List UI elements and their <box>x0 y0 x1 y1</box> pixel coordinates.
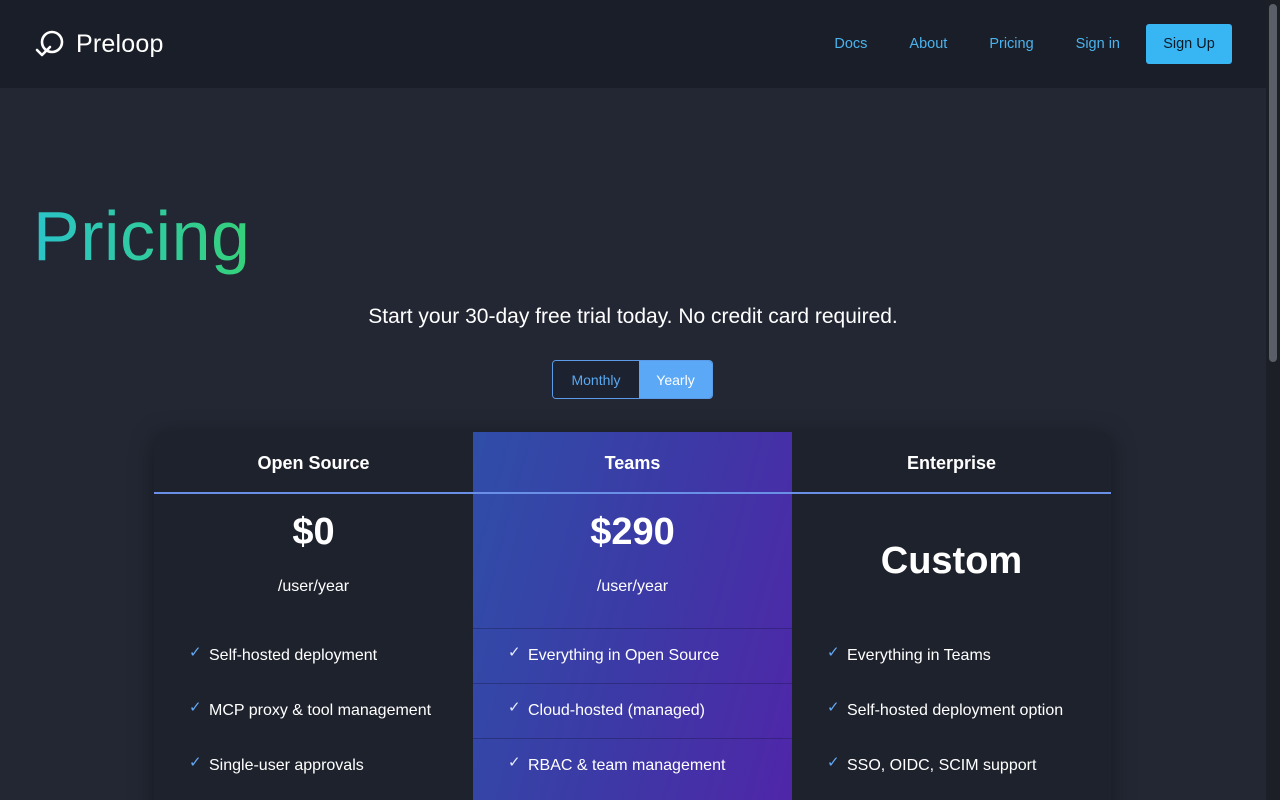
scrollbar[interactable] <box>1266 0 1280 800</box>
loop-check-icon <box>35 30 64 57</box>
checkmark-icon: ✓ <box>827 644 840 661</box>
plan-price-block: Custom <box>792 493 1111 628</box>
feature-label: Single-user approvals <box>209 757 364 774</box>
plan-price: $290 <box>590 511 675 553</box>
checkmark-icon: ✓ <box>508 754 521 771</box>
nav-link-pricing[interactable]: Pricing <box>989 36 1033 52</box>
plan-price-block: $290 /user/year <box>473 493 792 628</box>
feature-item: ✓ Cloud-hosted (managed) <box>473 683 792 738</box>
billing-yearly-button[interactable]: Yearly <box>639 361 712 398</box>
feature-label: Everything in Open Source <box>528 647 720 664</box>
nav-link-docs[interactable]: Docs <box>834 36 867 52</box>
checkmark-icon: ✓ <box>189 754 202 771</box>
plan-teams: Teams $290 /user/year ✓ Everything in Ope… <box>473 432 792 800</box>
billing-toggle: Monthly Yearly <box>552 360 713 399</box>
feature-label: RBAC & team management <box>528 757 726 774</box>
main-nav: Docs About Pricing Sign in Sign Up <box>792 24 1232 64</box>
feature-label: Self-hosted deployment <box>209 647 378 664</box>
checkmark-icon: ✓ <box>189 699 202 716</box>
brand-name: Preloop <box>76 29 164 58</box>
plan-name: Open Source <box>257 453 370 473</box>
feature-item: ✓ RBAC & team management <box>473 738 792 793</box>
brand[interactable]: Preloop <box>34 28 164 60</box>
checkmark-icon: ✓ <box>508 644 521 661</box>
feature-label: Everything in Teams <box>847 647 991 664</box>
feature-label: Cloud-hosted (managed) <box>528 702 705 719</box>
header-divider <box>154 492 1111 494</box>
feature-item: ✓ Self-hosted deployment <box>154 628 473 683</box>
plan-features: ✓ Everything in Teams ✓ Self-hosted deploy… <box>792 628 1111 793</box>
checkmark-icon: ✓ <box>189 644 202 661</box>
feature-item: ✓ MCP proxy & tool management <box>154 683 473 738</box>
feature-label: Self-hosted deployment option <box>847 702 1064 719</box>
nav-link-sign-in[interactable]: Sign in <box>1076 36 1120 52</box>
plan-features: ✓ Everything in Open Source ✓ Cloud-hosted… <box>473 628 792 793</box>
plan-price-block: $0 /user/year <box>154 493 473 628</box>
checkmark-icon: ✓ <box>827 699 840 716</box>
pricing-table: Open Source $0 /user/year ✓ Self-hosted d… <box>154 432 1111 800</box>
feature-item: ✓ Self-hosted deployment option <box>792 683 1111 738</box>
site-header: Preloop Docs About Pricing Sign in Sign … <box>0 0 1266 88</box>
sign-up-button[interactable]: Sign Up <box>1146 24 1232 64</box>
scrollbar-thumb[interactable] <box>1269 4 1277 362</box>
plan-period: /user/year <box>596 578 669 595</box>
plan-price: $0 <box>292 511 335 553</box>
plan-price-custom: Custom <box>880 540 1023 582</box>
page-title: Pricing <box>33 197 251 275</box>
feature-label: MCP proxy & tool management <box>209 702 432 719</box>
feature-item: ✓ Everything in Open Source <box>473 628 792 683</box>
checkmark-icon: ✓ <box>827 754 840 771</box>
page-subtitle: Start your 30-day free trial today. No c… <box>368 305 898 328</box>
feature-label: SSO, OIDC, SCIM support <box>847 757 1037 774</box>
feature-item: ✓ SSO, OIDC, SCIM support <box>792 738 1111 793</box>
plan-period: /user/year <box>277 578 350 595</box>
checkmark-icon: ✓ <box>508 699 521 716</box>
plan-features: ✓ Self-hosted deployment ✓ MCP proxy & too… <box>154 628 473 793</box>
feature-item: ✓ Single-user approvals <box>154 738 473 793</box>
billing-monthly-button[interactable]: Monthly <box>553 361 639 398</box>
plan-enterprise: Enterprise Custom ✓ Everything in Teams ✓… <box>792 432 1111 800</box>
feature-item: ✓ Everything in Teams <box>792 628 1111 683</box>
plan-name: Enterprise <box>906 453 997 473</box>
plan-open-source: Open Source $0 /user/year ✓ Self-hosted d… <box>154 432 473 800</box>
plan-name: Teams <box>604 453 661 473</box>
nav-link-about[interactable]: About <box>909 36 947 52</box>
